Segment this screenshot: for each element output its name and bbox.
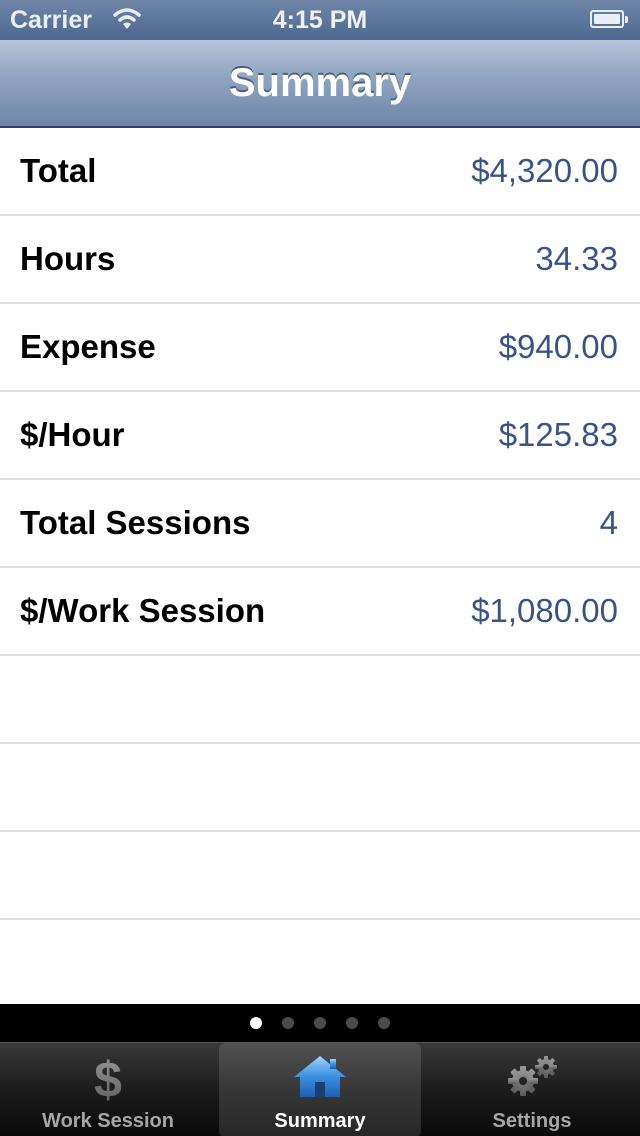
navigation-bar: Summary [0,40,640,128]
page-dot[interactable] [250,1017,262,1029]
summary-row-hours: Hours 34.33 [0,216,640,304]
svg-text:$: $ [94,1053,122,1105]
row-value: $940.00 [498,328,618,365]
tab-label: Settings [492,1110,572,1132]
tab-settings[interactable]: Settings [424,1043,640,1136]
empty-row [0,656,640,744]
tab-label: Work Session [42,1110,174,1132]
page-control[interactable] [0,1004,640,1042]
row-value: $125.83 [498,416,618,453]
row-value: 4 [599,504,618,541]
row-value: $1,080.00 [471,592,618,629]
clock: 4:15 PM [272,6,368,34]
empty-row [0,744,640,832]
summary-row-expense: Expense $940.00 [0,304,640,392]
tab-bar: $ Work Session Summary Settings [0,1042,640,1136]
summary-row-per-hour: $/Hour $125.83 [0,392,640,480]
dollar-icon: $ [94,1053,122,1105]
house-icon [294,1056,346,1097]
row-label: Hours [20,240,116,277]
row-label: $/Work Session [20,592,266,629]
row-label: $/Hour [20,416,125,453]
status-bar: Carrier 4:15 PM [0,0,640,40]
summary-table[interactable]: Total $4,320.00 Hours 34.33 Expense $940… [0,128,640,1004]
page-dot[interactable] [378,1017,390,1029]
row-value: $4,320.00 [471,152,618,189]
empty-row [0,920,640,1004]
row-label: Total Sessions [20,504,251,541]
page-dot[interactable] [282,1017,294,1029]
tab-work-session[interactable]: $ Work Session [0,1043,216,1136]
summary-row-per-work-session: $/Work Session $1,080.00 [0,568,640,656]
row-label: Expense [20,328,156,365]
row-label: Total [20,152,97,189]
empty-row [0,832,640,920]
page-title: Summary [228,61,412,105]
summary-row-total: Total $4,320.00 [0,128,640,216]
tab-summary[interactable]: Summary [219,1043,421,1136]
page-dot[interactable] [314,1017,326,1029]
page-dot[interactable] [346,1017,358,1029]
row-value: 34.33 [535,240,618,277]
gears-icon [508,1056,557,1096]
battery-icon [590,10,628,28]
summary-row-total-sessions: Total Sessions 4 [0,480,640,568]
tab-label: Summary [274,1110,366,1132]
